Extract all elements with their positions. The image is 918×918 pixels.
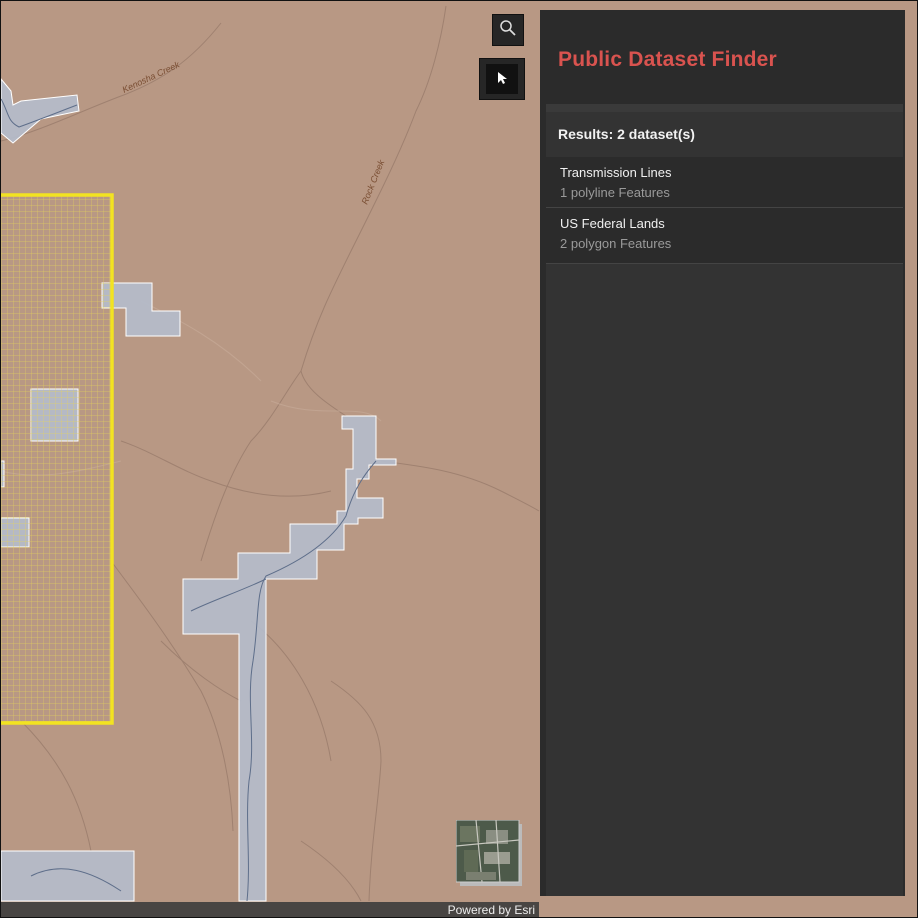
results-title: Results: 2 dataset(s) [558, 126, 695, 142]
result-item-transmission-lines[interactable]: Transmission Lines 1 polyline Features [546, 157, 903, 208]
search-button[interactable] [492, 14, 524, 46]
panel-header: Public Dataset Finder [540, 10, 905, 103]
results-list: Transmission Lines 1 polyline Features U… [546, 157, 903, 264]
cursor-select-icon [496, 70, 508, 89]
search-icon [499, 19, 517, 41]
select-tool-button[interactable] [479, 58, 525, 100]
dataset-finder-panel: Public Dataset Finder Results: 2 dataset… [540, 10, 905, 896]
result-description: 1 polyline Features [560, 185, 670, 200]
results-section: Results: 2 dataset(s) Transmission Lines… [546, 112, 903, 896]
panel-divider [546, 104, 903, 112]
panel-title: Public Dataset Finder [558, 48, 777, 71]
attribution[interactable]: Powered by Esri [1, 902, 539, 917]
result-description: 2 polygon Features [560, 236, 672, 251]
basemap-toggle[interactable] [455, 819, 524, 888]
result-item-us-federal-lands[interactable]: US Federal Lands 2 polygon Features [546, 208, 903, 264]
selection-overlay[interactable] [1, 193, 114, 725]
imagery-basemap-thumbnail [455, 819, 522, 886]
result-name: US Federal Lands [560, 216, 665, 231]
app-frame: Kenosha Creek Rock Creek Powered by Esri [0, 0, 918, 918]
result-name: Transmission Lines [560, 165, 672, 180]
select-tool-inner[interactable] [486, 64, 518, 94]
